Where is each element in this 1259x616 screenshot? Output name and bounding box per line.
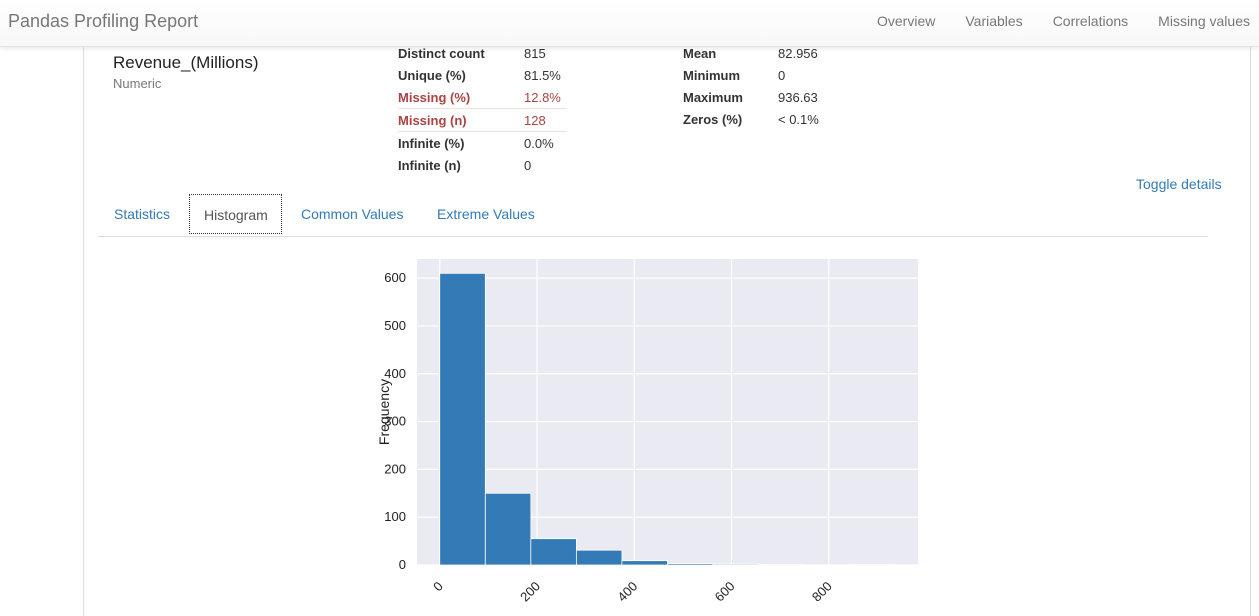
histogram-bar [484,492,532,566]
stat-label: Infinite (%) [398,135,465,151]
stat-label: Unique (%) [398,67,466,83]
y-tick-label: 100 [384,509,406,524]
variable-type: Numeric [113,76,162,91]
stat-row: Infinite (%) 0.0% [398,132,566,155]
y-tick-label: 600 [384,270,406,285]
stat-label: Maximum [683,89,743,105]
stat-row: Maximum 936.63 [683,86,819,108]
x-tick-label: 200 [517,579,543,605]
nav-correlations[interactable]: Correlations [1053,13,1128,29]
stat-label: Zeros (%) [683,111,743,127]
histogram-bar [621,560,668,566]
y-tick-label: 200 [384,461,406,476]
stat-row-alert: Missing (%) 12.8% [398,86,566,109]
stats-table-left: Distinct count 815 Unique (%) 81.5% Miss… [398,42,566,176]
stat-value: 0 [778,67,786,83]
tab-extreme-values[interactable]: Extreme Values [423,194,549,234]
y-tick-label: 400 [384,366,406,381]
stat-row: Zeros (%) < 0.1% [683,108,819,130]
histogram-bar [575,549,623,566]
histogram-bar [667,563,714,566]
stat-value: 81.5% [524,67,561,83]
histogram-bar [712,563,759,566]
stats-table-right: Mean 82.956 Minimum 0 Maximum 936.63 Zer… [683,42,819,130]
histogram-bar [439,272,486,566]
histogram-chart: 01002003004005006000 200 400 600 800Frequenc… [376,259,918,605]
nav-overview[interactable]: Overview [877,13,935,29]
y-tick-label: 500 [384,318,406,333]
stat-value: < 0.1% [778,111,819,127]
tab-bar: Statistics Histogram Common Values Extre… [98,194,1208,237]
y-tick-label: 0 [399,557,406,572]
stat-label: Minimum [683,67,741,83]
stat-value: 0.0% [524,135,554,151]
stat-label: Missing (n) [398,108,524,132]
nav-missing-values[interactable]: Missing values [1158,13,1250,29]
brand-title[interactable]: Pandas Profiling Report [8,11,198,32]
stat-row: Infinite (n) 0 [398,154,566,176]
x-tick-label: 600 [712,579,738,605]
nav-links: Overview Variables Correlations Missing … [847,13,1250,29]
stat-label: Missing (%) [398,89,471,105]
stat-value: 12.8% [524,89,561,105]
x-tick-label: 400 [614,579,640,605]
x-tick-label: 800 [809,579,835,605]
histogram-bar [530,538,577,566]
stat-row: Unique (%) 81.5% [398,64,566,86]
stat-row-alert: Missing (n) 128 [398,108,566,132]
tab-statistics[interactable]: Statistics [100,194,184,234]
y-axis-label: Frequency [376,379,392,445]
stat-value: 128 [524,108,566,132]
nav-variables[interactable]: Variables [965,13,1022,29]
stat-value: 0 [524,157,532,173]
navbar: Pandas Profiling Report Overview Variabl… [0,0,1259,47]
tab-histogram[interactable]: Histogram [189,194,282,234]
tab-common-values[interactable]: Common Values [287,194,417,234]
stat-value: 936.63 [778,89,818,105]
stat-row: Minimum 0 [683,64,819,86]
x-tick-label: 0 [430,579,446,595]
stat-label: Infinite (n) [398,157,461,173]
toggle-details-link[interactable]: Toggle details [1136,176,1222,192]
variable-name: Revenue_(Millions) [113,53,259,72]
